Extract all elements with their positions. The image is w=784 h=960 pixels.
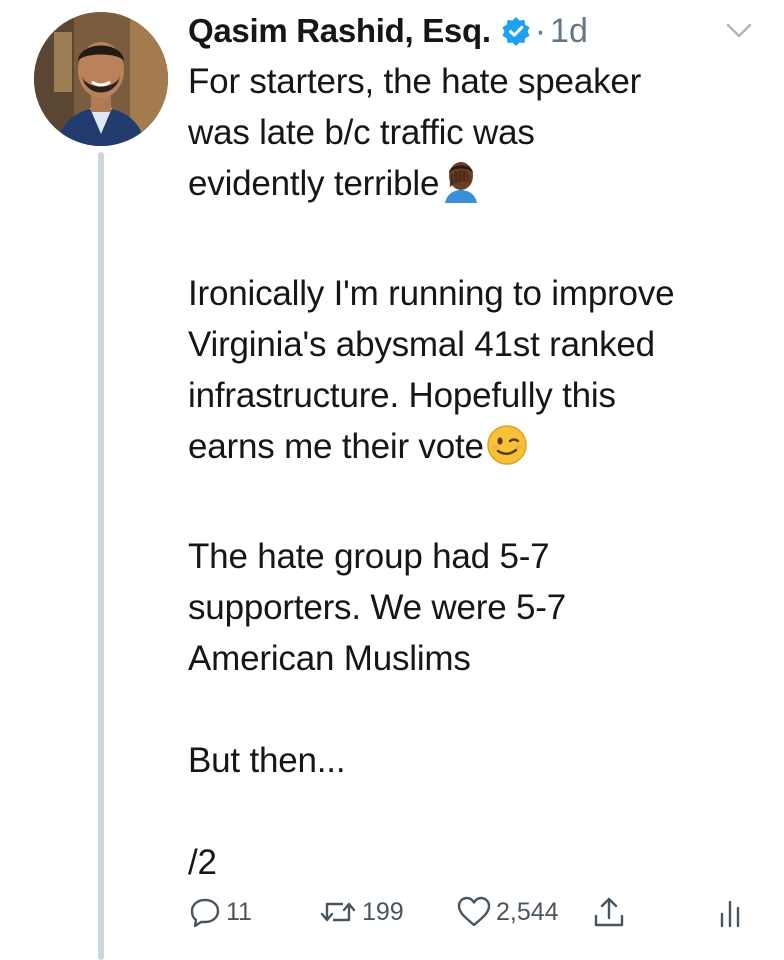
winking-face-emoji	[486, 424, 528, 480]
separator-dot: ·	[534, 11, 547, 50]
tweet-text: For starters, the hate speaker was late …	[188, 56, 768, 888]
text-line: Ironically I'm running to improve	[188, 274, 675, 313]
text-line: supporters. We were 5-7	[188, 588, 566, 627]
text-line: evidently terrible	[188, 158, 768, 217]
timestamp[interactable]: 1d	[550, 12, 588, 51]
analytics-icon	[716, 894, 744, 930]
share-icon	[592, 894, 626, 930]
facepalm-emoji	[441, 161, 481, 217]
thread-connector-line	[98, 152, 104, 960]
reply-button[interactable]: 11	[188, 890, 252, 934]
heart-icon	[456, 895, 492, 929]
text-line: infrastructure. Hopefully this	[188, 376, 616, 415]
reply-count: 11	[226, 897, 252, 926]
retweet-button[interactable]: 199	[318, 890, 404, 934]
reply-icon	[188, 895, 222, 929]
text-line: But then...	[188, 741, 346, 780]
analytics-button[interactable]	[716, 890, 744, 934]
text-segment: evidently terrible	[188, 164, 440, 203]
tweet-action-bar: 11 199 2,544	[188, 890, 748, 934]
text-line: /2	[188, 843, 217, 882]
text-line: American Muslims	[188, 639, 471, 678]
avatar[interactable]	[34, 12, 168, 146]
text-line: The hate group had 5-7	[188, 537, 550, 576]
tweet-header: Qasim Rashid, Esq. · 1d	[188, 6, 588, 56]
text-line: Virginia's abysmal 41st ranked	[188, 325, 655, 364]
text-line: was late b/c traffic was	[188, 113, 535, 152]
text-line: earns me their vote	[188, 421, 768, 480]
retweet-count: 199	[362, 897, 404, 926]
chevron-down-icon[interactable]	[724, 20, 754, 42]
text-segment: earns me their vote	[188, 427, 484, 466]
text-line: For starters, the hate speaker	[188, 62, 642, 101]
display-name[interactable]: Qasim Rashid, Esq.	[188, 12, 491, 50]
retweet-icon	[318, 895, 358, 929]
like-button[interactable]: 2,544	[456, 890, 559, 934]
share-button[interactable]	[592, 890, 626, 934]
like-count: 2,544	[496, 897, 559, 926]
verified-badge-icon	[501, 16, 531, 46]
